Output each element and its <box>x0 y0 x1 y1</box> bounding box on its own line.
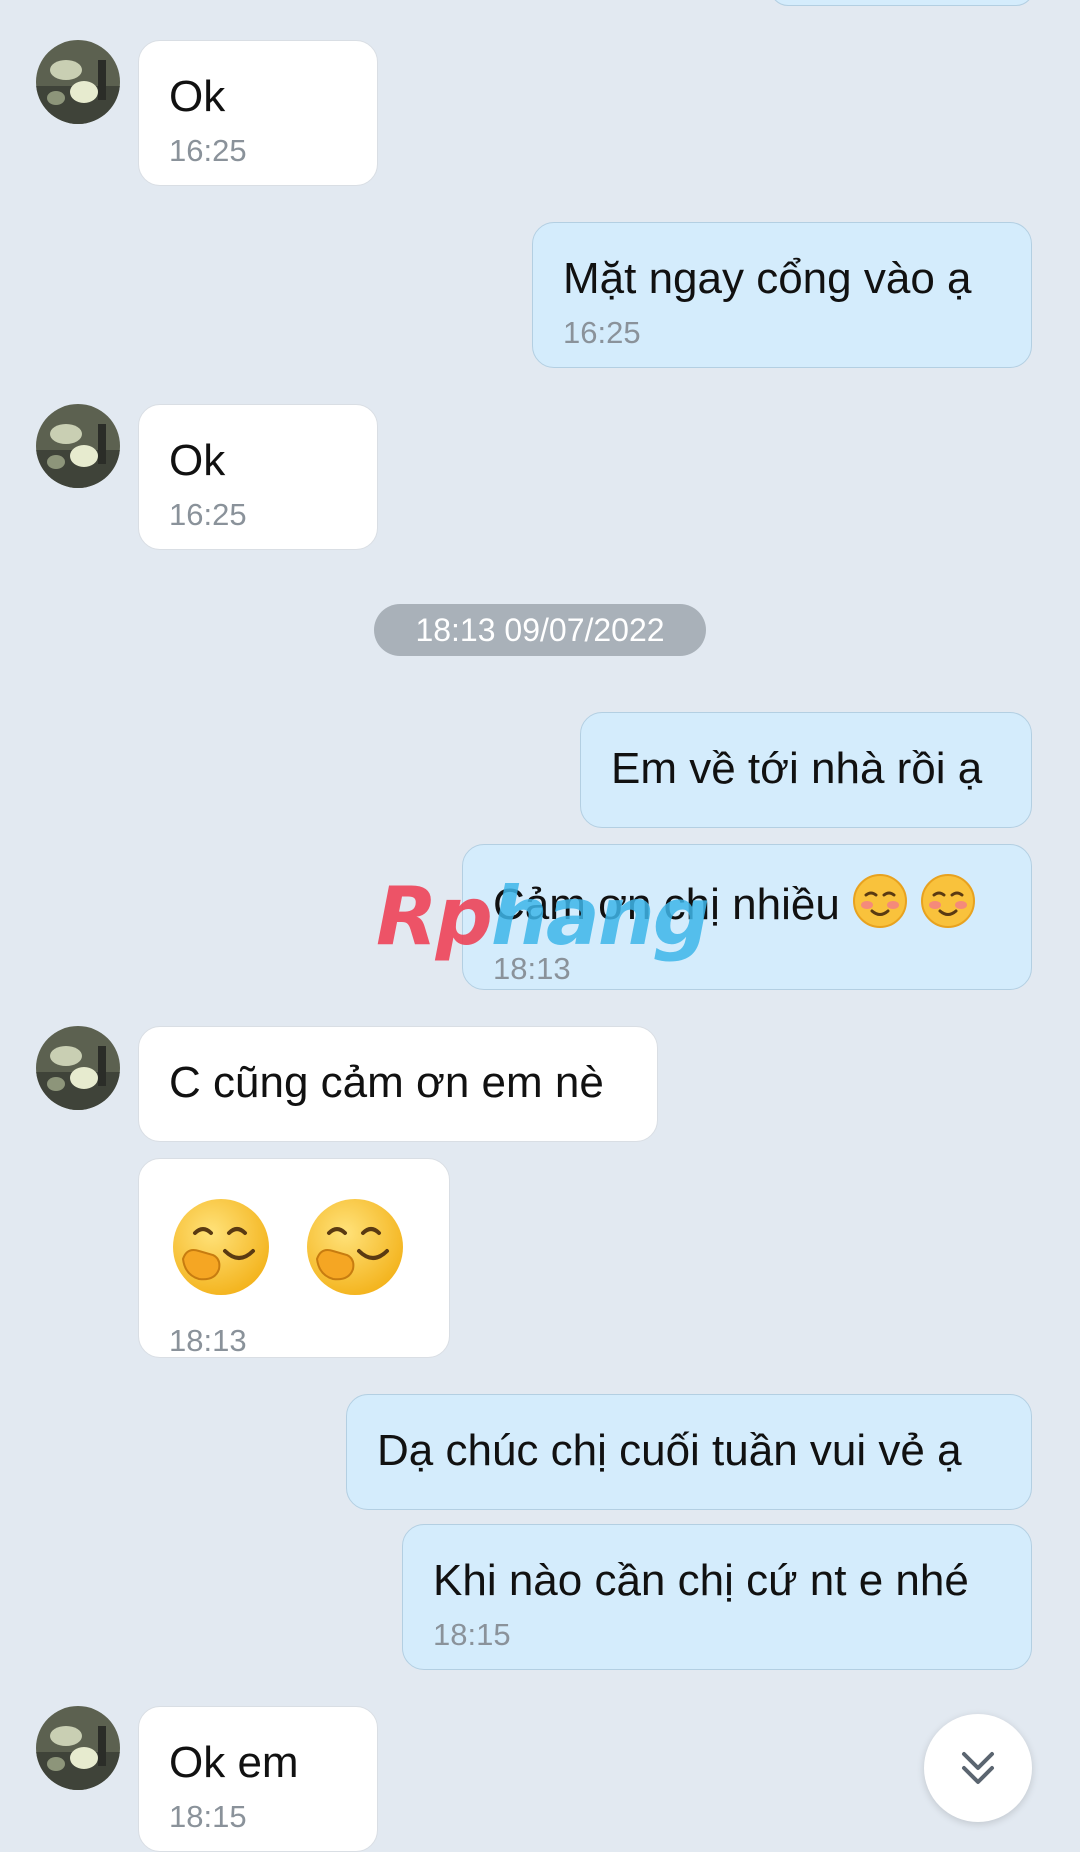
message-time: 18:13 <box>169 1322 247 1358</box>
message-text: Ok <box>169 72 226 121</box>
message-time: 16:25 <box>169 132 247 168</box>
giggle-emoji-icon <box>169 1195 273 1312</box>
message-time: 16:25 <box>169 496 247 532</box>
message-bubble-incoming[interactable]: Ok 16:25 <box>138 40 378 186</box>
message-bubble-incoming[interactable]: C cũng cảm ơn em nè <box>138 1026 658 1142</box>
message-bubble-outgoing[interactable]: Cảm ơn chị nhiều 18:13 <box>462 844 1032 990</box>
double-chevron-down-icon <box>962 1752 994 1784</box>
message-bubble-outgoing[interactable]: Khi nào cần chị cứ nt e nhé 18:15 <box>402 1524 1032 1670</box>
message-bubble-incoming[interactable]: Ok em 18:15 <box>138 1706 378 1852</box>
message-text: C cũng cảm ơn em nè <box>169 1058 604 1107</box>
message-time: 18:13 <box>493 950 571 986</box>
avatar[interactable] <box>36 404 120 488</box>
avatar[interactable] <box>36 1026 120 1110</box>
message-text: Em về tới nhà rồi ạ <box>611 744 983 793</box>
message-text: Dạ chúc chị cuối tuần vui vẻ ạ <box>377 1426 962 1475</box>
message-bubble-outgoing[interactable]: Mặt ngay cổng vào ạ 16:25 <box>532 222 1032 368</box>
date-separator: 18:13 09/07/2022 <box>374 604 706 656</box>
message-text: Ok <box>169 436 226 485</box>
message-bubble-outgoing[interactable]: Dạ chúc chị cuối tuần vui vẻ ạ <box>346 1394 1032 1510</box>
smiling-blush-emoji-icon <box>920 873 976 942</box>
message-text: Ok em <box>169 1738 299 1787</box>
message-time: 16:25 <box>563 314 641 350</box>
scroll-to-bottom-button[interactable] <box>924 1714 1032 1822</box>
message-text: Khi nào cần chị cứ nt e nhé <box>433 1556 969 1605</box>
avatar[interactable] <box>36 1706 120 1790</box>
chat-view[interactable]: Ok 16:25 Mặt ngay cổng vào ạ 16:25 Ok 16… <box>0 0 1080 1852</box>
avatar[interactable] <box>36 40 120 124</box>
message-text: Mặt ngay cổng vào ạ <box>563 254 972 303</box>
message-bubble-partial[interactable] <box>770 0 1034 6</box>
message-time: 18:15 <box>433 1616 511 1652</box>
message-time: 18:15 <box>169 1798 247 1834</box>
message-bubble-outgoing[interactable]: Em về tới nhà rồi ạ <box>580 712 1032 828</box>
message-bubble-incoming[interactable]: Ok 16:25 <box>138 404 378 550</box>
message-bubble-incoming[interactable]: 18:13 <box>138 1158 450 1358</box>
smiling-blush-emoji-icon <box>852 873 908 942</box>
giggle-emoji-icon <box>303 1195 407 1312</box>
message-text: Cảm ơn chị nhiều <box>493 880 840 930</box>
